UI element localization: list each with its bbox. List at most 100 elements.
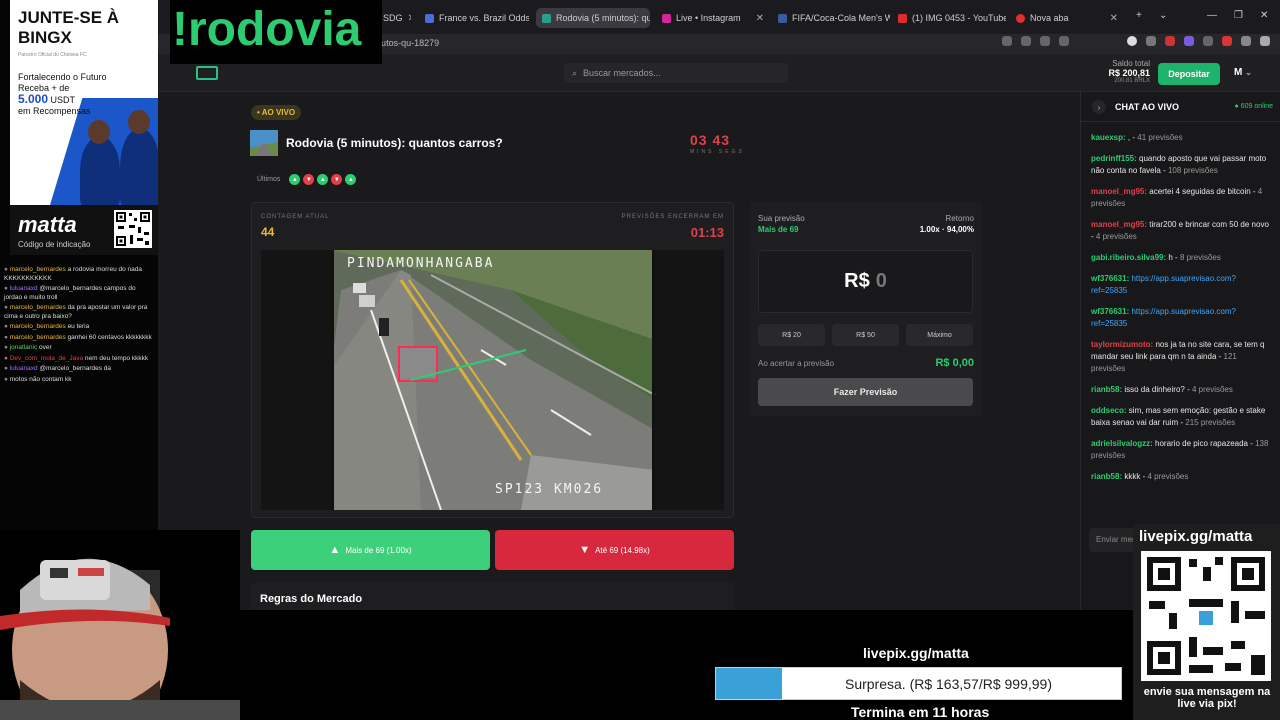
camera-panel: CONTAGEM ATUAL 44 PREVISÕES ENCERRAM EM … — [251, 202, 734, 518]
player-head — [88, 120, 110, 144]
extension-icon[interactable] — [1184, 36, 1194, 46]
referral-label: Código de indicação — [18, 240, 91, 249]
stream-bottom-bar — [158, 610, 1280, 720]
chat-username[interactable]: adrielsilvalogzz: — [1091, 439, 1153, 448]
site-logo-icon[interactable] — [196, 66, 218, 80]
translate-icon[interactable] — [1040, 36, 1050, 46]
matta-referral: matta Código de indicação — [10, 205, 158, 255]
new-tab-icon[interactable]: + — [1136, 10, 1142, 21]
amount-chip-20[interactable]: R$ 20 — [758, 324, 825, 346]
tab-new[interactable]: Nova aba ✕ — [1010, 8, 1124, 28]
chevron-right-icon[interactable]: › — [1092, 100, 1106, 114]
search-input[interactable]: ⌕ Buscar mercados... — [564, 63, 788, 83]
chat-username[interactable]: manoel_mg95: — [1091, 187, 1147, 196]
extension-icon[interactable] — [1127, 36, 1137, 46]
avatar-letter: M — [1234, 67, 1243, 78]
reader-icon[interactable] — [1002, 36, 1012, 46]
chat-username[interactable]: pedrinff155: — [1091, 154, 1137, 163]
tab-label: FIFA/Coca-Cola Men's Worl — [792, 13, 890, 23]
chat-message: kauexsp: , - 41 previsões — [1091, 133, 1183, 142]
stream-chat-line: ● marcelo_bernardes eu teria — [4, 323, 154, 332]
extension-icon[interactable] — [1165, 36, 1175, 46]
extension-icon[interactable] — [1222, 36, 1232, 46]
tab-label: France vs. Brazil Odds & Pr — [439, 13, 529, 23]
currency-symbol: R$ — [844, 270, 870, 292]
tab-rodovia[interactable]: Rodovia (5 minutos): quant ✕ — [536, 8, 650, 28]
close-window-icon[interactable]: ✕ — [1260, 10, 1268, 21]
bingx-line3: em Recompensas — [18, 106, 91, 116]
close-icon[interactable]: ✕ — [756, 13, 764, 24]
bingx-ad: JUNTE-SE À BINGX Parceiro Oficial do Che… — [10, 0, 158, 205]
highway-scene: PINDAMONHANGABA SP123 KM026 — [261, 250, 724, 510]
camera-city-label: PINDAMONHANGABA — [347, 256, 494, 271]
tab-youtube[interactable]: (1) IMG 0453 - YouTube ✕ — [892, 8, 1006, 28]
amount-chip-50[interactable]: R$ 50 — [832, 324, 899, 346]
goal-ends: Termina em 11 horas — [851, 704, 990, 720]
chat-username[interactable]: rianb58: — [1091, 472, 1122, 481]
tab-france-brazil[interactable]: France vs. Brazil Odds & Pr — [419, 8, 529, 28]
current-count: 44 — [261, 225, 275, 239]
extension-icon[interactable] — [1241, 36, 1251, 46]
tab-label: Live • Instagram — [676, 13, 741, 23]
stream-chat-line: ● motos não contam kk — [4, 376, 154, 385]
closes-label: PREVISÕES ENCERRAM EM — [621, 214, 724, 220]
tab-fifa[interactable]: FIFA/Coca-Cola Men's Worl — [772, 8, 890, 28]
extension-icon[interactable] — [1203, 36, 1213, 46]
search-icon: ⌕ — [572, 67, 578, 78]
chat-username[interactable]: wf376631: — [1091, 307, 1129, 316]
screenshot-icon[interactable] — [1021, 36, 1031, 46]
stream-chat-user: luluanaxd — [9, 365, 38, 372]
chat-prediction-count: 215 previsões — [1185, 418, 1236, 427]
star-icon[interactable] — [1059, 36, 1069, 46]
camera-road-label: SP123 KM026 — [495, 482, 603, 497]
stream-chat-text: ganhei 60 centavos kkkkkkkk — [67, 333, 152, 341]
chat-text: horario de pico rapazeada — [1155, 439, 1248, 448]
chat-username[interactable]: taylormizumoto: — [1091, 340, 1153, 349]
chevron-down-icon[interactable]: ⌄ — [1159, 10, 1167, 21]
avatar[interactable]: M ⌄ — [1234, 67, 1252, 78]
chat-message: manoel_mg95: tirar200 e brincar com 50 d… — [1091, 220, 1269, 241]
stream-chat-line: ● jonatlanic over — [4, 344, 154, 353]
countdown-timer: 03 43 — [690, 132, 731, 148]
chevron-down-icon: ⌄ — [1245, 68, 1252, 77]
chat-username[interactable]: oddseco: — [1091, 406, 1127, 415]
goal-url: livepix.gg/matta — [863, 645, 969, 661]
submit-prediction-button[interactable]: Fazer Previsão — [758, 378, 973, 406]
chat-message: wf376631: https://app.suaprevisao.com?re… — [1091, 306, 1271, 330]
amount-chip-max[interactable]: Máximo — [906, 324, 973, 346]
stream-chat-user: luluanaxd — [9, 285, 38, 292]
chat-username[interactable]: wf376631: — [1091, 274, 1129, 283]
tab-instagram[interactable]: Live • Instagram ✕ — [656, 8, 770, 28]
chat-username[interactable]: manoel_mg95: — [1091, 220, 1147, 229]
site-favicon-icon — [778, 13, 787, 23]
deposit-button[interactable]: Depositar — [1158, 63, 1220, 85]
chat-username[interactable]: rianb58: — [1091, 385, 1122, 394]
win-value: R$ 0,00 — [935, 357, 974, 369]
over-button[interactable]: ▲ Mais de 69 (1.00x) — [251, 530, 490, 570]
result-down-icon: ▼ — [303, 174, 315, 185]
stream-chat-line: ● marcelo_bernardes da pra apostar um va… — [4, 304, 154, 321]
chat-username[interactable]: gabi.ribeiro.silva99: — [1091, 253, 1166, 262]
stream-chat-text: motos não contam kk — [9, 375, 72, 383]
restore-icon[interactable]: ❐ — [1234, 10, 1243, 21]
chat-prediction-count: 41 previsões — [1137, 133, 1183, 142]
stream-chat-user: jonatlanic — [9, 344, 38, 351]
livepix-message: envie sua mensagem na live via pix! — [1143, 686, 1271, 710]
chat-username[interactable]: kauexsp: — [1091, 133, 1126, 142]
chat-prediction-count: 8 previsões — [1179, 253, 1221, 262]
stream-chat-user: marcelo_bernardes — [9, 266, 66, 273]
amount-value: 0 — [875, 270, 887, 292]
minimize-icon[interactable]: — — [1207, 10, 1217, 21]
player-figure — [80, 136, 120, 205]
close-icon[interactable]: ✕ — [1110, 13, 1118, 24]
menu-icon[interactable] — [1260, 36, 1270, 46]
close-icon[interactable]: ✕ — [408, 13, 411, 24]
amount-input[interactable]: R$ 0 — [758, 250, 973, 313]
extension-icon[interactable] — [1146, 36, 1156, 46]
balance-sub: 200.81 BRLX — [1114, 78, 1150, 84]
market-rules-heading[interactable]: Regras do Mercado — [251, 582, 734, 610]
triangle-up-icon: ▲ — [329, 544, 341, 556]
tab-sdg[interactable]: SDG ✕ — [377, 8, 411, 28]
under-button[interactable]: ▼ Até 69 (14.98x) — [495, 530, 734, 570]
online-count: ● 609 online — [1234, 103, 1273, 110]
